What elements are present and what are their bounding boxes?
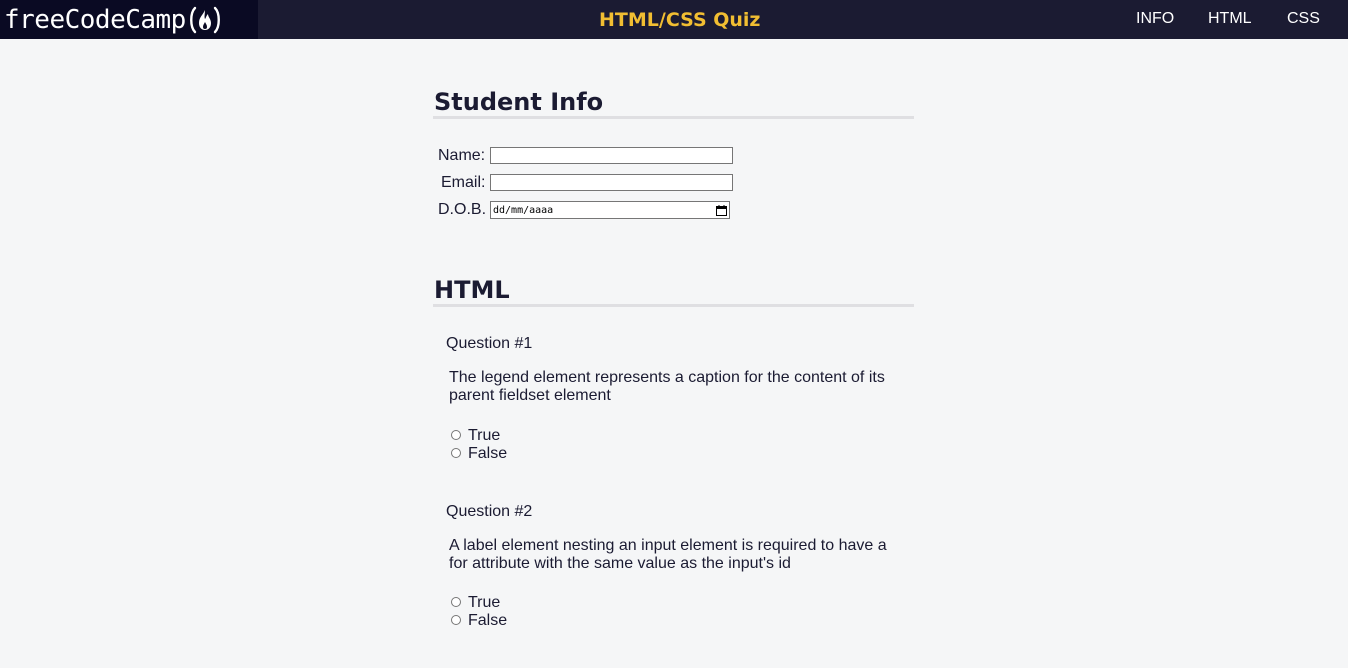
student-info-heading: Student Info <box>434 88 604 116</box>
nav-link-css[interactable]: CSS <box>1287 10 1320 28</box>
nav-link-html[interactable]: HTML <box>1208 10 1252 28</box>
freecodecamp-logo[interactable]: freeCodeCamp <box>0 0 258 39</box>
option-label-false[interactable]: False <box>468 445 507 463</box>
email-input[interactable] <box>490 174 733 191</box>
radio-false[interactable] <box>451 615 461 625</box>
option-label-false[interactable]: False <box>468 612 507 630</box>
option-label-true[interactable]: True <box>468 594 500 612</box>
dob-date-input[interactable]: dd/mm/aaaa <box>490 201 730 219</box>
name-input[interactable] <box>490 147 733 164</box>
question-title: Question #2 <box>446 503 533 520</box>
dob-label: D.O.B. <box>438 201 487 218</box>
calendar-icon[interactable] <box>716 204 727 216</box>
radio-true[interactable] <box>451 597 461 607</box>
nav-link-info[interactable]: INFO <box>1136 10 1174 28</box>
section-divider <box>433 116 914 119</box>
radio-true[interactable] <box>451 430 461 440</box>
page-title: HTML/CSS Quiz <box>599 9 761 31</box>
top-navbar: freeCodeCamp HTML/CSS Quiz INFO HTML CSS <box>0 0 1348 39</box>
dob-placeholder: dd/mm/aaaa <box>493 204 554 216</box>
name-label: Name: <box>438 147 486 164</box>
question-title: Question #1 <box>446 335 533 352</box>
question-text: A label element nesting an input element… <box>449 537 887 572</box>
email-label: Email: <box>441 174 486 191</box>
fire-icon <box>187 5 223 35</box>
logo-text: freeCodeCamp <box>4 4 186 35</box>
option-label-true[interactable]: True <box>468 427 500 445</box>
section-divider <box>433 304 914 307</box>
radio-false[interactable] <box>451 448 461 458</box>
question-text: The legend element represents a caption … <box>449 369 885 404</box>
html-section-heading: HTML <box>434 276 510 304</box>
